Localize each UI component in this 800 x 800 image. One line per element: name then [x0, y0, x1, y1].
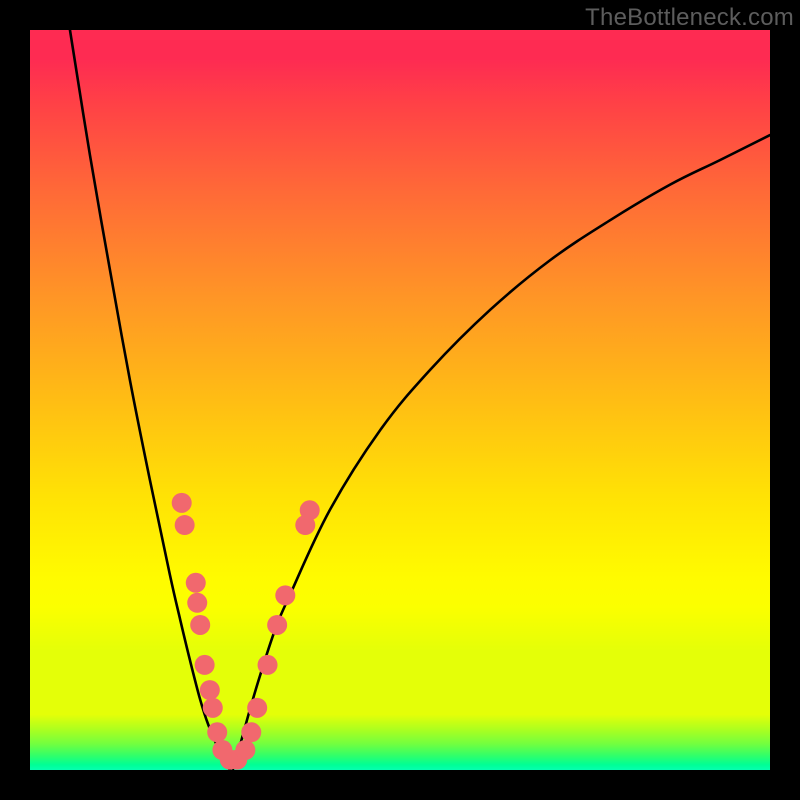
data-dot: [172, 493, 192, 513]
dots-layer: [172, 493, 320, 770]
data-dot: [187, 593, 207, 613]
data-dot: [241, 722, 261, 742]
data-dot: [258, 655, 278, 675]
data-dot: [203, 698, 223, 718]
data-dot: [190, 615, 210, 635]
series-1: [233, 135, 770, 770]
plot-area: [30, 30, 770, 770]
watermark-text: TheBottleneck.com: [585, 4, 794, 32]
data-dot: [186, 573, 206, 593]
data-dot: [275, 585, 295, 605]
data-dot: [207, 722, 227, 742]
curves-svg: [30, 30, 770, 770]
curve-layer: [70, 30, 770, 770]
data-dot: [175, 515, 195, 535]
data-dot: [267, 615, 287, 635]
data-dot: [247, 698, 267, 718]
data-dot: [195, 655, 215, 675]
chart-frame: TheBottleneck.com: [0, 0, 800, 800]
data-dot: [300, 500, 320, 520]
data-dot: [200, 680, 220, 700]
data-dot: [235, 740, 255, 760]
